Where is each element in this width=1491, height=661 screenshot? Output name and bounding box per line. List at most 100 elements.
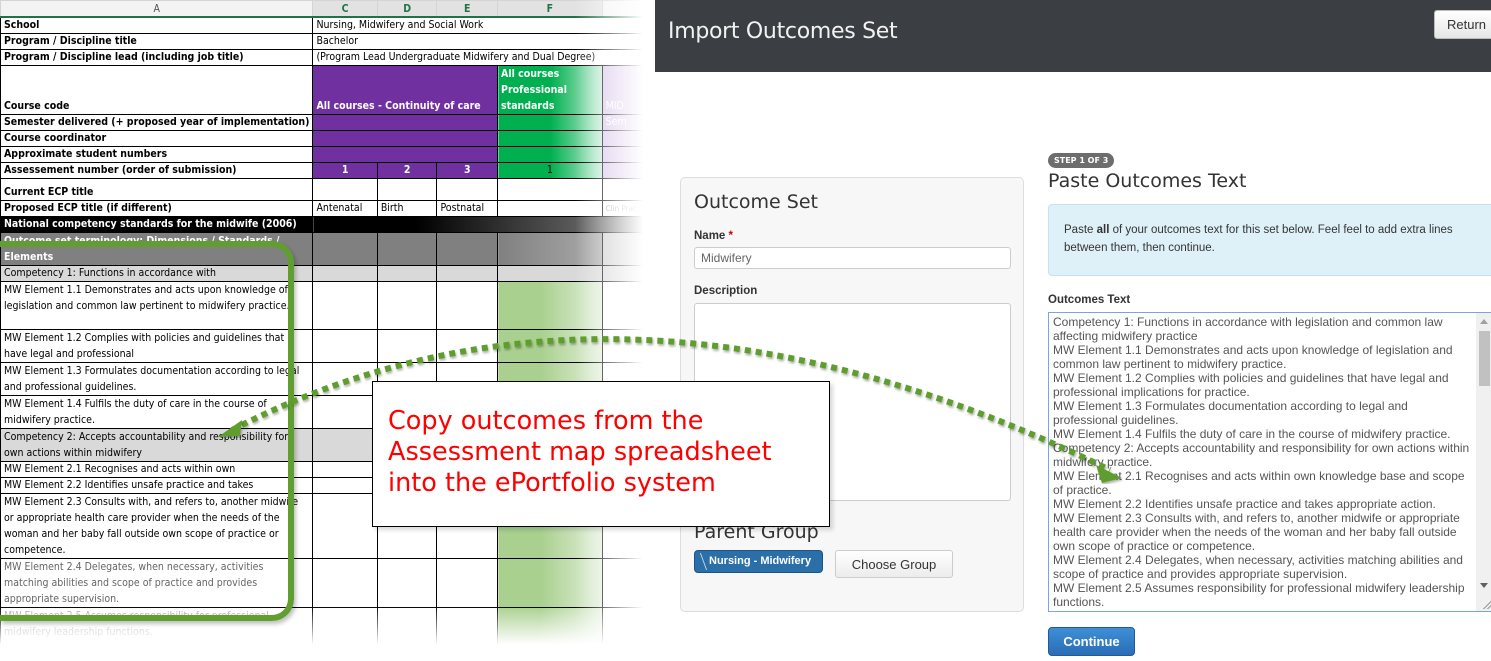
cell-empty[interactable] [312, 557, 378, 608]
cell-empty[interactable] [601, 557, 655, 608]
cell-continuity-of-care[interactable]: All courses - Continuity of care [312, 64, 499, 115]
row-label[interactable]: Course coordinator [0, 129, 314, 147]
column-header-c[interactable]: C [312, 0, 378, 18]
outcome-element[interactable]: MW Element 2.5 Assumes responsibility fo… [0, 606, 314, 648]
row-label[interactable]: Assessement number (order of submission) [0, 161, 314, 179]
return-button[interactable]: Return [1434, 10, 1491, 39]
cell-empty[interactable] [436, 328, 499, 363]
row-label[interactable]: Program / Discipline title [0, 32, 314, 50]
column-header-d[interactable]: D [376, 0, 438, 18]
cell-assessment-f[interactable]: 1 [497, 161, 603, 179]
cell-green-mapped[interactable] [497, 557, 603, 608]
cell-empty[interactable] [497, 264, 603, 282]
cell-purple[interactable] [312, 113, 499, 131]
cell-purple[interactable] [312, 145, 499, 163]
cell-empty[interactable] [376, 557, 438, 608]
cell-green-mapped[interactable] [497, 328, 603, 363]
column-header-e[interactable]: E [436, 0, 499, 18]
cell-assessment-2[interactable]: 2 [376, 161, 438, 179]
outcome-element[interactable]: MW Element 1.3 Formulates documentation … [0, 361, 314, 396]
cell-empty[interactable] [376, 264, 438, 282]
cell-mid[interactable]: MID [601, 64, 655, 115]
cell-lilac[interactable] [601, 161, 655, 179]
row-label[interactable]: Course code [0, 64, 314, 115]
cell-value[interactable]: Bachelor [312, 32, 655, 50]
cell-assessment-3[interactable]: 3 [436, 161, 499, 179]
cell-empty[interactable] [312, 177, 378, 201]
row-label[interactable]: Outcome set terminology: Dimensions / St… [0, 231, 314, 266]
outcome-element[interactable]: MW Element 2.3 Consults with, and refers… [0, 492, 314, 559]
parent-group-chip[interactable]: Nursing - Midwifery [694, 550, 823, 573]
outcome-element[interactable]: MW Element 1.2 Complies with policies an… [0, 328, 314, 363]
outcome-element[interactable]: MW Element 1.1 Demonstrates and acts upo… [0, 280, 314, 330]
cell-purple[interactable] [312, 129, 499, 147]
outcome-element[interactable]: MW Element 2.2 Identifies unsafe practic… [0, 476, 314, 494]
cell-lilac[interactable] [601, 145, 655, 163]
cell-lilac[interactable] [601, 129, 655, 147]
column-header-f[interactable]: F [497, 0, 603, 18]
cell-antenatal[interactable]: Antenatal [312, 199, 378, 217]
outcome-element[interactable]: MW Element 2.4 Delegates, when necessary… [0, 557, 314, 608]
cell-empty[interactable] [312, 427, 378, 462]
cell-black[interactable] [312, 215, 655, 233]
row-label[interactable]: Approximate student numbers [0, 145, 314, 163]
scroll-down-arrow-icon[interactable] [1480, 583, 1488, 588]
outcome-element[interactable]: MW Element 2.1 Recognises and acts withi… [0, 460, 314, 478]
cell-empty[interactable] [376, 280, 438, 330]
choose-group-button[interactable]: Choose Group [835, 550, 953, 578]
row-label[interactable]: Program / Discipline lead (including job… [0, 48, 314, 66]
cell-birth[interactable]: Birth [376, 199, 438, 217]
outcomes-textarea-content[interactable]: Competency 1: Functions in accordance wi… [1049, 313, 1475, 611]
row-label[interactable]: Semester delivered (+ proposed year of i… [0, 113, 314, 131]
cell-empty[interactable] [312, 280, 378, 330]
cell-empty[interactable] [601, 264, 655, 282]
cell-empty[interactable] [436, 264, 499, 282]
cell-empty[interactable] [601, 606, 655, 648]
cell-empty[interactable] [312, 394, 378, 429]
cell-gray[interactable] [601, 231, 655, 266]
row-label[interactable]: Proposed ECP title (if different) [0, 199, 314, 217]
cell-empty[interactable] [436, 177, 499, 201]
continue-button[interactable]: Continue [1048, 627, 1135, 656]
cell-assessment-1[interactable]: 1 [312, 161, 378, 179]
cell-empty[interactable] [312, 606, 378, 648]
cell-professional-standards[interactable]: All courses Professional standards [497, 64, 603, 115]
cell-empty[interactable] [497, 199, 603, 217]
outcomes-textarea[interactable]: Competency 1: Functions in accordance wi… [1048, 312, 1491, 612]
cell-clin-prac[interactable]: Clin Prac [601, 199, 655, 217]
cell-gray[interactable] [376, 231, 438, 266]
cell-empty[interactable] [376, 328, 438, 363]
cell-value[interactable]: (Program Lead Undergraduate Midwifery an… [312, 48, 655, 66]
column-header-g[interactable] [601, 0, 655, 18]
name-input[interactable] [694, 247, 1011, 269]
cell-green[interactable] [497, 145, 603, 163]
cell-empty[interactable] [601, 177, 655, 201]
scroll-up-arrow-icon[interactable] [1480, 319, 1488, 324]
cell-green-mapped[interactable] [497, 606, 603, 648]
resize-grip-icon[interactable] [1483, 601, 1491, 609]
cell-empty[interactable] [497, 177, 603, 201]
cell-empty[interactable] [312, 328, 378, 363]
cell-value[interactable]: Nursing, Midwifery and Social Work [312, 16, 655, 34]
outcome-competency[interactable]: Competency 1: Functions in accordance wi… [0, 264, 314, 282]
cell-empty[interactable] [601, 328, 655, 363]
cell-green[interactable] [497, 113, 603, 131]
cell-empty[interactable] [312, 361, 378, 396]
cell-empty[interactable] [376, 177, 438, 201]
cell-sem[interactable]: Sem [601, 113, 655, 131]
cell-empty[interactable] [312, 264, 378, 282]
cell-empty[interactable] [601, 280, 655, 330]
outcome-element[interactable]: MW Element 1.4 Fulfils the duty of care … [0, 394, 314, 429]
column-header-a[interactable]: A [0, 0, 314, 18]
textarea-scrollbar[interactable] [1476, 313, 1491, 611]
cell-gray[interactable] [497, 231, 603, 266]
cell-empty[interactable] [312, 476, 378, 494]
cell-empty[interactable] [436, 606, 499, 648]
cell-empty[interactable] [312, 492, 378, 559]
row-label[interactable]: Current ECP title [0, 177, 314, 201]
cell-postnatal[interactable]: Postnatal [436, 199, 499, 217]
cell-empty[interactable] [436, 557, 499, 608]
cell-empty[interactable] [376, 606, 438, 648]
outcome-competency[interactable]: Competency 2: Accepts accountability and… [0, 427, 314, 462]
scroll-thumb[interactable] [1479, 331, 1490, 386]
